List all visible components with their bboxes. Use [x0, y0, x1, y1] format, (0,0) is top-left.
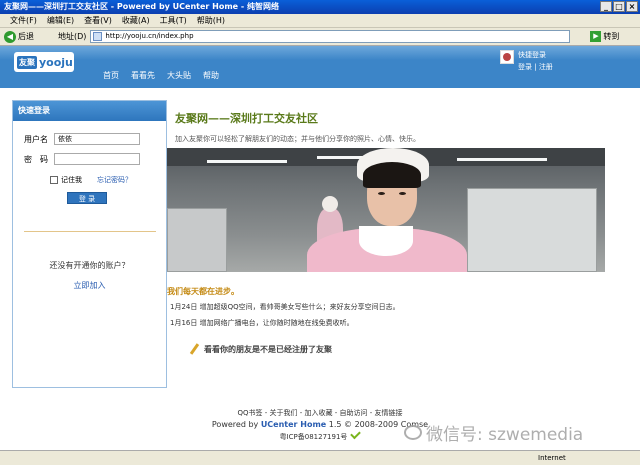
logo-cn-text: 友聚 [17, 55, 37, 69]
signup-link[interactable]: 立即加入 [12, 280, 167, 291]
menu-file[interactable]: 文件(F) [10, 15, 37, 26]
nav-photo-sticker[interactable]: 大头贴 [167, 70, 191, 81]
address-input[interactable]: http://yooju.cn/index.php [90, 30, 571, 43]
photo-light [457, 158, 547, 161]
user-box: 快捷登录 登录 | 注册 [500, 50, 553, 72]
page-icon [93, 32, 103, 41]
address-value: http://yooju.cn/index.php [105, 32, 194, 40]
minimize-button[interactable]: _ [600, 1, 612, 12]
photo-worker-collar [359, 226, 413, 256]
password-input[interactable] [54, 153, 140, 165]
icp-number[interactable]: 粤ICP备08127191号 [280, 433, 348, 441]
menu-favorites[interactable]: 收藏(A) [122, 15, 150, 26]
news-title: 我们每天都在进步。 [167, 287, 239, 296]
password-label: 密 码 [24, 154, 48, 164]
banner-photo [167, 148, 605, 272]
window-title: 友聚网——深圳打工交友社区 - Powered by UCenter Home … [4, 2, 279, 11]
login-link[interactable]: 登录 [518, 63, 532, 71]
go-button[interactable]: ▶ 转到 [590, 31, 619, 42]
wechat-icon [404, 425, 422, 440]
user-links: 快捷登录 登录 | 注册 [518, 50, 553, 72]
pen-icon [188, 343, 200, 355]
photo-worker-eye [378, 192, 385, 195]
window-titlebar: 友聚网——深圳打工交友社区 - Powered by UCenter Home … [0, 0, 640, 14]
menu-bar: 文件(F) 编辑(E) 查看(V) 收藏(A) 工具(T) 帮助(H) [0, 14, 640, 28]
password-row: 密 码 [24, 153, 140, 165]
browser-toolbar: ◀ 后退 地址(D) http://yooju.cn/index.php ▶ 转… [0, 28, 640, 46]
auth-links: 登录 | 注册 [518, 63, 553, 71]
nav-browse[interactable]: 看看先 [131, 70, 155, 81]
remember-row: 记住我 忘记密码？ [50, 175, 132, 185]
remember-checkbox[interactable] [50, 176, 58, 184]
status-bar: Internet [0, 450, 640, 465]
back-label: 后退 [18, 32, 34, 41]
window-controls: _ □ × [600, 1, 638, 12]
footer-links[interactable]: QQ书签 - 关于我们 - 加入收藏 - 自助访问 - 友情链接 [0, 408, 640, 418]
page-title: 友聚网——深圳打工交友社区 [175, 112, 318, 125]
check-icon [350, 428, 362, 440]
site-logo[interactable]: 友聚 yooju [14, 52, 74, 72]
go-label: 转到 [603, 32, 620, 41]
username-label: 用户名 [24, 134, 48, 144]
login-panel-header: 快速登录 [13, 101, 166, 121]
photo-light [207, 160, 287, 163]
avatar-icon [503, 53, 511, 61]
forgot-password-link[interactable]: 忘记密码？ [97, 175, 132, 185]
photo-machine [167, 208, 227, 272]
powered-brand[interactable]: UCenter Home [261, 420, 326, 429]
page-description: 加入友聚你可以轻松了解朋友们的动态；并与他们分享你的照片、心情、快乐。 [175, 135, 420, 143]
photo-background-worker [322, 196, 338, 212]
address-label: 地址(D) [58, 32, 87, 41]
photo-worker-hair [363, 162, 421, 188]
maximize-button[interactable]: □ [613, 1, 625, 12]
menu-tools[interactable]: 工具(T) [160, 15, 187, 26]
quick-login-link[interactable]: 快捷登录 [518, 50, 553, 60]
top-nav: 首页 看看先 大头贴 帮助 [103, 70, 219, 81]
photo-worker-eye [399, 192, 406, 195]
menu-help[interactable]: 帮助(H) [197, 15, 225, 26]
watermark-text: 微信号: szwemedia [426, 425, 584, 445]
logo-en-text: yooju [39, 55, 73, 69]
back-button[interactable]: ◀ 后退 [4, 30, 34, 43]
menu-view[interactable]: 查看(V) [84, 15, 112, 26]
register-link[interactable]: 注册 [539, 63, 553, 71]
login-button[interactable]: 登 录 [67, 192, 107, 204]
news-item: 1月16日 增加网络广播电台，让你随时随地在线免费收听。 [170, 319, 354, 327]
sidebar-divider [24, 231, 156, 232]
status-zone: Internet [538, 454, 566, 462]
menu-edit[interactable]: 编辑(E) [47, 15, 74, 26]
friends-link-label: 看看你的朋友是不是已经注册了友聚 [204, 344, 332, 354]
back-arrow-icon: ◀ [4, 30, 16, 43]
username-input[interactable]: 依依 [54, 133, 140, 145]
news-item: 1月24日 增加超级QQ空间，看帅哥美女写些什么；来好友分享空间日志。 [170, 303, 400, 311]
username-row: 用户名 依依 [24, 133, 140, 145]
no-account-text: 还没有开通你的账户？ [49, 261, 130, 270]
close-button[interactable]: × [626, 1, 638, 12]
watermark: 微信号: szwemedia [404, 420, 583, 445]
photo-machine [467, 188, 597, 272]
remember-label: 记住我 [61, 176, 82, 184]
avatar[interactable] [500, 50, 514, 64]
powered-prefix: Powered by [211, 420, 259, 429]
friends-link[interactable]: 看看你的朋友是不是已经注册了友聚 [188, 343, 332, 355]
nav-help[interactable]: 帮助 [203, 70, 219, 81]
nav-home[interactable]: 首页 [103, 70, 119, 81]
go-arrow-icon: ▶ [590, 31, 602, 42]
